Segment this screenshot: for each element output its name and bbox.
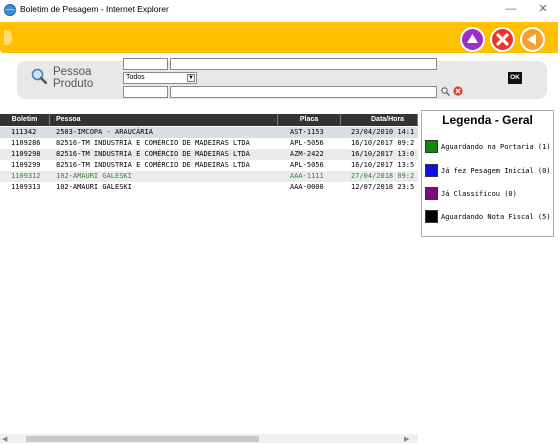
- cell-data-hora: 16/10/2017 13:0: [351, 150, 415, 158]
- cell-boletim: 1109298: [11, 150, 41, 158]
- legend-label: Já fez Pesagem Inicial (0): [441, 167, 551, 175]
- legend-swatch: [425, 210, 438, 223]
- back-button[interactable]: [520, 27, 545, 52]
- status-select[interactable]: Todos ▼: [123, 72, 197, 84]
- cell-pessoa: 82516-TM INDUSTRIA E COMÉRCIO DE MADEIRA…: [56, 139, 250, 147]
- legend-label: Aguardando Nota Fiscal (5): [441, 213, 551, 221]
- table-row[interactable]: 111342 2503-IMCOPA - ARAUCÁRIA AST-1153 23/…: [0, 127, 418, 138]
- cell-placa: AZM-2422: [290, 150, 324, 158]
- produto-code-input[interactable]: [123, 86, 168, 98]
- cell-placa: AAA-1111: [290, 172, 324, 180]
- table-row[interactable]: 1109313 102-AMAURI GALESKI AAA-0000 12/07/2…: [0, 182, 418, 193]
- clear-icon[interactable]: [453, 86, 463, 96]
- search-produto-icon[interactable]: [441, 87, 450, 96]
- window-title: Boletim de Pesagem - Internet Explorer: [20, 4, 169, 14]
- chevron-down-icon: ▼: [187, 74, 195, 82]
- legend-label: Já Classificou (0): [441, 190, 517, 198]
- pessoa-name-input[interactable]: [170, 58, 437, 70]
- close-icon: [496, 33, 509, 46]
- arrow-left-icon: [527, 34, 536, 45]
- cell-data-hora: 16/10/2017 13:5: [351, 161, 415, 169]
- legend-label: Aguardando na Portaria (1): [441, 143, 551, 151]
- label-produto: Produto: [53, 78, 94, 90]
- search-icon: [31, 68, 47, 84]
- cell-boletim: 1109299: [11, 161, 41, 169]
- cell-boletim: 1109313: [11, 183, 41, 191]
- pessoa-code-input[interactable]: [123, 58, 168, 70]
- internet-explorer-icon: [2, 4, 18, 16]
- table-row[interactable]: 1109299 82516-TM INDUSTRIA E COMÉRCIO DE …: [0, 160, 418, 171]
- label-pessoa: Pessoa: [53, 66, 92, 78]
- scroll-right-icon[interactable]: ▶: [404, 435, 409, 443]
- cell-pessoa: 82516-TM INDUSTRIA E COMÉRCIO DE MADEIRA…: [56, 161, 250, 169]
- ok-button[interactable]: OK: [508, 72, 522, 84]
- legend-swatch: [425, 164, 438, 177]
- cell-data-hora: 16/10/2017 09:2: [351, 139, 415, 147]
- table-row[interactable]: 1109312 102-AMAURI GALESKI AAA-1111 27/04/2…: [0, 171, 418, 182]
- up-button[interactable]: [460, 27, 485, 52]
- cell-boletim: 1109286: [11, 139, 41, 147]
- column-header-placa[interactable]: Placa: [278, 114, 341, 126]
- cell-placa: AST-1153: [290, 128, 324, 136]
- legend-swatch: [425, 187, 438, 200]
- window-title-bar: Boletim de Pesagem - Internet Explorer —…: [0, 0, 560, 20]
- cancel-button[interactable]: [490, 27, 515, 52]
- cell-pessoa: 102-AMAURI GALESKI: [56, 172, 132, 180]
- close-window-button[interactable]: ✕: [528, 0, 558, 20]
- table-row[interactable]: 1109298 82516-TM INDUSTRIA E COMÉRCIO DE …: [0, 149, 418, 160]
- cell-data-hora: 12/07/2018 23:5: [351, 183, 415, 191]
- cell-placa: APL-5056: [290, 139, 324, 147]
- column-header-data-hora[interactable]: Data/Hora: [341, 114, 418, 126]
- cell-data-hora: 27/04/2018 09:2: [351, 172, 415, 180]
- cell-data-hora: 23/04/2010 14:1: [351, 128, 415, 136]
- scrollbar-thumb[interactable]: [26, 436, 259, 442]
- cell-boletim: 111342: [11, 128, 37, 136]
- produto-name-input[interactable]: [170, 86, 437, 98]
- column-header-boletim[interactable]: Boletim: [0, 114, 50, 126]
- toolbar-tab[interactable]: [4, 30, 12, 45]
- cell-placa: APL-5056: [290, 161, 324, 169]
- maximize-button[interactable]: [498, 0, 528, 20]
- legend-swatch: [425, 140, 438, 153]
- cell-pessoa: 102-AMAURI GALESKI: [56, 183, 132, 191]
- arrow-up-icon: [467, 34, 478, 43]
- status-select-value: Todos: [126, 74, 145, 81]
- cell-pessoa: 82516-TM INDUSTRIA E COMÉRCIO DE MADEIRA…: [56, 150, 250, 158]
- legend-title: Legenda - Geral: [442, 113, 533, 127]
- scroll-left-icon[interactable]: ◀: [2, 435, 7, 443]
- column-header-pessoa[interactable]: Pessoa: [50, 114, 278, 126]
- cell-boletim: 1109312: [11, 172, 41, 180]
- table-row[interactable]: 1109286 82516-TM INDUSTRIA E COMÉRCIO DE …: [0, 138, 418, 149]
- cell-placa: AAA-0000: [290, 183, 324, 191]
- cell-pessoa: 2503-IMCOPA - ARAUCÁRIA: [56, 128, 153, 136]
